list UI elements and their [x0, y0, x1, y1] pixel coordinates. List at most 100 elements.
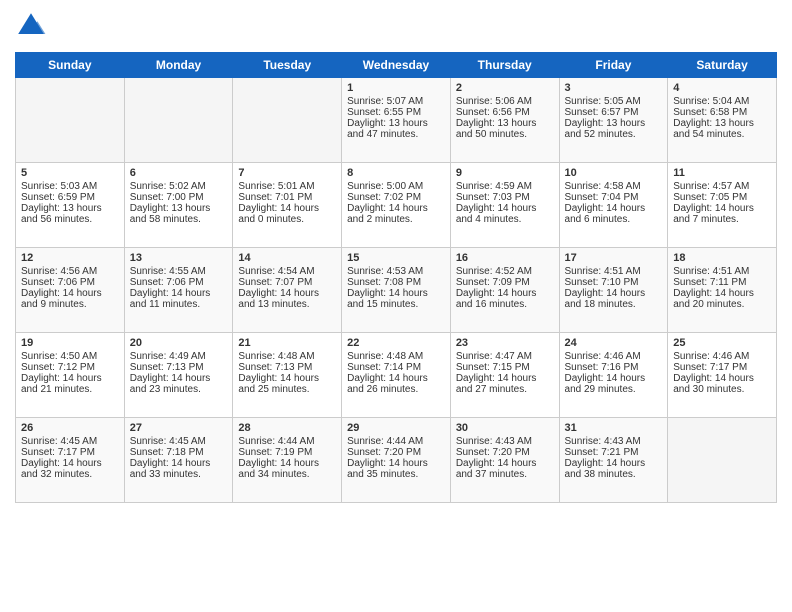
sunset-text: Sunset: 7:14 PM: [347, 362, 445, 373]
day-cell: 2Sunrise: 5:06 AMSunset: 6:56 PMDaylight…: [450, 78, 559, 163]
day-cell: 9Sunrise: 4:59 AMSunset: 7:03 PMDaylight…: [450, 163, 559, 248]
sunrise-text: Sunrise: 4:57 AM: [673, 181, 771, 192]
daylight-text: Daylight: 14 hours and 37 minutes.: [456, 458, 554, 480]
day-cell: 10Sunrise: 4:58 AMSunset: 7:04 PMDayligh…: [559, 163, 668, 248]
day-cell: 6Sunrise: 5:02 AMSunset: 7:00 PMDaylight…: [124, 163, 233, 248]
day-cell: [16, 78, 125, 163]
day-number: 20: [130, 337, 228, 349]
daylight-text: Daylight: 14 hours and 38 minutes.: [565, 458, 663, 480]
daylight-text: Daylight: 14 hours and 18 minutes.: [565, 288, 663, 310]
day-cell: [233, 78, 342, 163]
daylight-text: Daylight: 13 hours and 47 minutes.: [347, 118, 445, 140]
sunset-text: Sunset: 7:21 PM: [565, 447, 663, 458]
sunrise-text: Sunrise: 4:53 AM: [347, 266, 445, 277]
sunset-text: Sunset: 7:09 PM: [456, 277, 554, 288]
day-number: 26: [21, 422, 119, 434]
day-number: 16: [456, 252, 554, 264]
daylight-text: Daylight: 14 hours and 23 minutes.: [130, 373, 228, 395]
sunset-text: Sunset: 6:57 PM: [565, 107, 663, 118]
day-number: 12: [21, 252, 119, 264]
sunset-text: Sunset: 7:08 PM: [347, 277, 445, 288]
day-header-friday: Friday: [559, 53, 668, 78]
sunset-text: Sunset: 6:56 PM: [456, 107, 554, 118]
sunset-text: Sunset: 7:12 PM: [21, 362, 119, 373]
day-number: 25: [673, 337, 771, 349]
day-number: 4: [673, 82, 771, 94]
day-number: 27: [130, 422, 228, 434]
sunrise-text: Sunrise: 4:43 AM: [565, 436, 663, 447]
day-cell: 11 Sunrise: 4:57 AMSunset: 7:05 PMDayligh…: [668, 163, 777, 248]
sunrise-text: Sunrise: 4:46 AM: [565, 351, 663, 362]
day-number: 8: [347, 167, 445, 179]
day-cell: 3Sunrise: 5:05 AMSunset: 6:57 PMDaylight…: [559, 78, 668, 163]
day-number: 24: [565, 337, 663, 349]
day-cell: 22Sunrise: 4:48 AMSunset: 7:14 PMDayligh…: [342, 333, 451, 418]
sunset-text: Sunset: 6:55 PM: [347, 107, 445, 118]
daylight-text: Daylight: 14 hours and 33 minutes.: [130, 458, 228, 480]
daylight-text: Daylight: 14 hours and 4 minutes.: [456, 203, 554, 225]
sunrise-text: Sunrise: 5:00 AM: [347, 181, 445, 192]
day-number: 21: [238, 337, 336, 349]
daylight-text: Daylight: 14 hours and 32 minutes.: [21, 458, 119, 480]
daylight-text: Daylight: 14 hours and 21 minutes.: [21, 373, 119, 395]
day-header-saturday: Saturday: [668, 53, 777, 78]
daylight-text: Daylight: 14 hours and 29 minutes.: [565, 373, 663, 395]
day-header-monday: Monday: [124, 53, 233, 78]
day-cell: 18Sunrise: 4:51 AMSunset: 7:11 PMDayligh…: [668, 248, 777, 333]
day-cell: 26Sunrise: 4:45 AMSunset: 7:17 PMDayligh…: [16, 418, 125, 503]
daylight-text: Daylight: 13 hours and 50 minutes.: [456, 118, 554, 140]
day-cell: [668, 418, 777, 503]
day-cell: 15Sunrise: 4:53 AMSunset: 7:08 PMDayligh…: [342, 248, 451, 333]
daylight-text: Daylight: 14 hours and 7 minutes.: [673, 203, 771, 225]
sunset-text: Sunset: 7:15 PM: [456, 362, 554, 373]
day-number: 11: [673, 167, 771, 179]
day-header-thursday: Thursday: [450, 53, 559, 78]
sunrise-text: Sunrise: 5:07 AM: [347, 96, 445, 107]
logo-icon: [15, 10, 47, 42]
week-row-5: 26Sunrise: 4:45 AMSunset: 7:17 PMDayligh…: [16, 418, 777, 503]
daylight-text: Daylight: 14 hours and 35 minutes.: [347, 458, 445, 480]
day-cell: 20Sunrise: 4:49 AMSunset: 7:13 PMDayligh…: [124, 333, 233, 418]
daylight-text: Daylight: 13 hours and 58 minutes.: [130, 203, 228, 225]
day-number: 30: [456, 422, 554, 434]
week-row-4: 19Sunrise: 4:50 AMSunset: 7:12 PMDayligh…: [16, 333, 777, 418]
sunrise-text: Sunrise: 5:04 AM: [673, 96, 771, 107]
day-cell: 31 Sunrise: 4:43 AMSunset: 7:21 PMDayligh…: [559, 418, 668, 503]
sunset-text: Sunset: 7:05 PM: [673, 192, 771, 203]
sunset-text: Sunset: 7:10 PM: [565, 277, 663, 288]
daylight-text: Daylight: 14 hours and 25 minutes.: [238, 373, 336, 395]
day-header-tuesday: Tuesday: [233, 53, 342, 78]
sunset-text: Sunset: 7:20 PM: [347, 447, 445, 458]
sunrise-text: Sunrise: 4:52 AM: [456, 266, 554, 277]
sunset-text: Sunset: 7:01 PM: [238, 192, 336, 203]
daylight-text: Daylight: 13 hours and 54 minutes.: [673, 118, 771, 140]
sunrise-text: Sunrise: 4:51 AM: [565, 266, 663, 277]
daylight-text: Daylight: 14 hours and 13 minutes.: [238, 288, 336, 310]
day-number: 17: [565, 252, 663, 264]
daylight-text: Daylight: 14 hours and 34 minutes.: [238, 458, 336, 480]
daylight-text: Daylight: 14 hours and 16 minutes.: [456, 288, 554, 310]
logo: [15, 10, 51, 42]
sunset-text: Sunset: 7:13 PM: [238, 362, 336, 373]
sunset-text: Sunset: 7:04 PM: [565, 192, 663, 203]
header: [15, 10, 777, 42]
calendar-page: SundayMondayTuesdayWednesdayThursdayFrid…: [0, 0, 792, 518]
sunset-text: Sunset: 7:20 PM: [456, 447, 554, 458]
day-cell: [124, 78, 233, 163]
sunrise-text: Sunrise: 4:43 AM: [456, 436, 554, 447]
daylight-text: Daylight: 14 hours and 20 minutes.: [673, 288, 771, 310]
week-row-3: 12Sunrise: 4:56 AMSunset: 7:06 PMDayligh…: [16, 248, 777, 333]
day-cell: 5Sunrise: 5:03 AMSunset: 6:59 PMDaylight…: [16, 163, 125, 248]
day-cell: 29Sunrise: 4:44 AMSunset: 7:20 PMDayligh…: [342, 418, 451, 503]
sunrise-text: Sunrise: 5:03 AM: [21, 181, 119, 192]
sunrise-text: Sunrise: 4:49 AM: [130, 351, 228, 362]
day-cell: 27Sunrise: 4:45 AMSunset: 7:18 PMDayligh…: [124, 418, 233, 503]
sunset-text: Sunset: 7:03 PM: [456, 192, 554, 203]
daylight-text: Daylight: 14 hours and 2 minutes.: [347, 203, 445, 225]
day-number: 7: [238, 167, 336, 179]
day-number: 5: [21, 167, 119, 179]
day-number: 28: [238, 422, 336, 434]
header-row: SundayMondayTuesdayWednesdayThursdayFrid…: [16, 53, 777, 78]
day-number: 31: [565, 422, 663, 434]
sunrise-text: Sunrise: 4:51 AM: [673, 266, 771, 277]
